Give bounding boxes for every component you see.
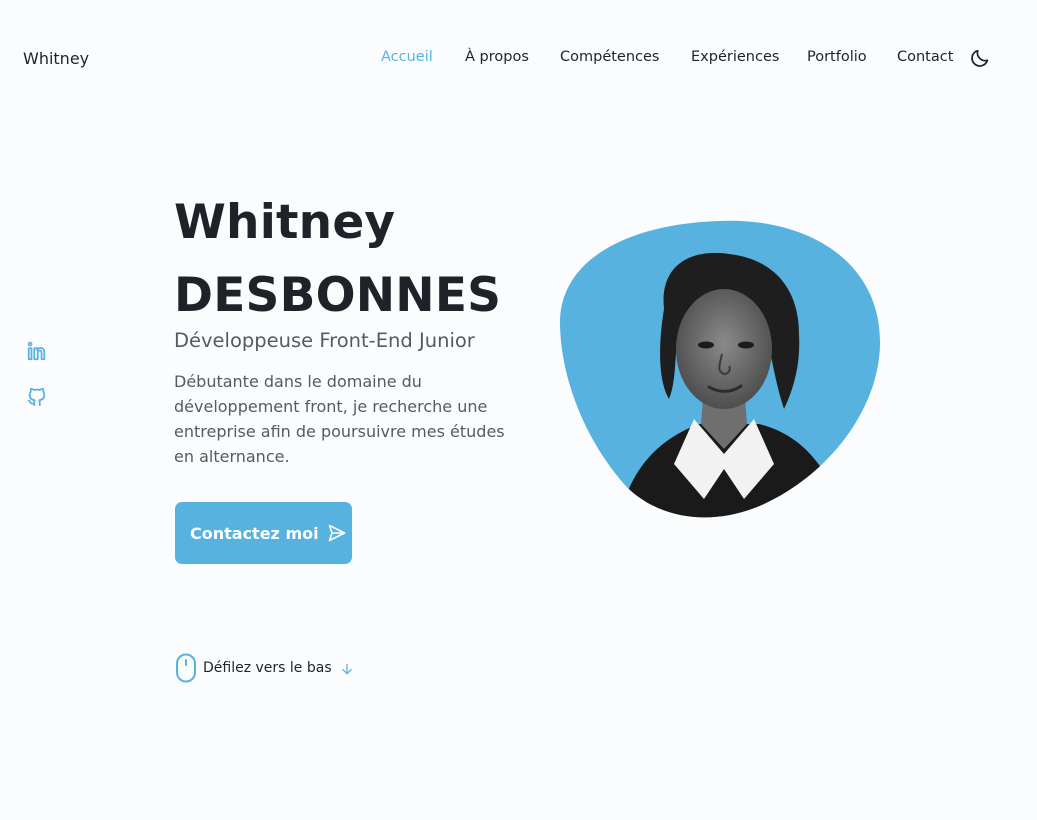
profile-blob bbox=[559, 219, 881, 521]
contact-button[interactable]: Contactez moi bbox=[175, 502, 352, 564]
arrow-down-icon bbox=[340, 661, 354, 675]
nav-item-accueil[interactable]: Accueil bbox=[381, 49, 433, 65]
linkedin-icon[interactable] bbox=[26, 340, 48, 362]
contact-button-label: Contactez moi bbox=[190, 523, 319, 543]
social-links bbox=[26, 340, 50, 432]
hero-title: Whitney DESBONNES bbox=[174, 186, 501, 332]
hero-subtitle: Développeuse Front-End Junior bbox=[174, 329, 475, 352]
github-icon[interactable] bbox=[26, 386, 48, 408]
mouse-icon bbox=[175, 653, 197, 683]
nav-item-experiences[interactable]: Expériences bbox=[691, 49, 779, 65]
send-icon bbox=[327, 523, 347, 543]
nav-item-a-propos[interactable]: À propos bbox=[465, 49, 529, 65]
main-nav: Accueil À propos Compétences Expériences… bbox=[0, 49, 1037, 69]
site-header: Whitney Accueil À propos Compétences Exp… bbox=[0, 0, 1037, 116]
nav-item-contact[interactable]: Contact bbox=[897, 49, 953, 65]
nav-item-portfolio[interactable]: Portfolio bbox=[807, 49, 867, 65]
scroll-down-link[interactable]: Défilez vers le bas bbox=[175, 653, 354, 683]
hero-first-name: Whitney bbox=[174, 195, 396, 250]
hero-last-name: DESBONNES bbox=[174, 268, 502, 323]
nav-item-competences[interactable]: Compétences bbox=[560, 49, 660, 65]
moon-icon[interactable] bbox=[969, 47, 991, 69]
profile-photo bbox=[559, 220, 881, 518]
hero-description: Débutante dans le domaine du développeme… bbox=[174, 372, 505, 466]
scroll-down-label: Défilez vers le bas bbox=[203, 660, 332, 676]
